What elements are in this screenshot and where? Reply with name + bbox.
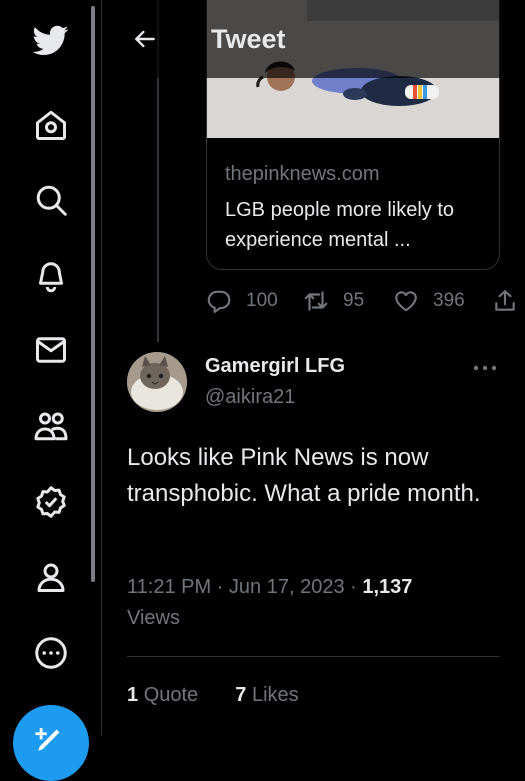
views-count: 1,137 — [362, 576, 413, 598]
quote-count: 1 — [127, 684, 139, 706]
tweet-meta: 11:21 PM · Jun 17, 2023 · 1,137 Views — [127, 572, 507, 634]
tweet-time[interactable]: 11:21 PM — [127, 576, 211, 598]
page-title: Tweet — [211, 24, 286, 54]
reply-count: 100 — [246, 290, 278, 311]
verified-icon[interactable] — [29, 480, 73, 524]
author-handle[interactable]: @aikira21 — [205, 386, 295, 409]
retweet-count: 95 — [343, 290, 365, 311]
main-column: thepinknews.com LGB people more likely t… — [102, 0, 525, 735]
likes-label: Likes — [251, 684, 299, 706]
more-options-button[interactable] — [468, 356, 502, 380]
reply-button[interactable]: 100 — [206, 288, 278, 314]
views-label: Views — [127, 607, 180, 629]
sidebar — [0, 0, 100, 781]
home-icon[interactable] — [29, 103, 73, 147]
compose-tweet-button[interactable] — [13, 705, 89, 781]
heart-icon — [395, 291, 417, 312]
arrow-left-icon — [135, 30, 155, 48]
likes-count: 7 — [235, 684, 247, 706]
share-icon — [495, 290, 515, 311]
meta-separator: · — [344, 576, 363, 598]
likes-stat[interactable]: 7 Likes — [235, 684, 298, 706]
compose-icon — [35, 728, 60, 751]
divider — [127, 656, 500, 657]
search-icon[interactable] — [29, 178, 73, 222]
more-circle-icon[interactable] — [29, 631, 73, 675]
twitter-logo-icon[interactable] — [29, 18, 73, 62]
link-domain: thepinknews.com — [225, 163, 380, 185]
page-header: Tweet — [102, 0, 525, 78]
sidebar-scrollbar[interactable] — [91, 6, 95, 582]
link-title: LGB people more likely to experience men… — [225, 199, 455, 251]
like-count: 396 — [433, 290, 465, 311]
more-horizontal-icon — [473, 365, 497, 371]
quote-label: Quote — [143, 684, 199, 706]
tweet-date[interactable]: Jun 17, 2023 — [229, 576, 345, 598]
reply-icon — [207, 290, 231, 313]
retweet-button[interactable]: 95 — [303, 288, 364, 314]
share-button[interactable] — [492, 288, 525, 314]
profile-icon[interactable] — [29, 555, 73, 599]
author-display-name[interactable]: Gamergirl LFG — [205, 355, 345, 378]
like-button[interactable]: 396 — [393, 288, 465, 314]
communities-icon[interactable] — [29, 404, 73, 448]
retweet-icon — [304, 291, 328, 311]
quote-stat[interactable]: 1 Quote — [127, 684, 198, 706]
messages-icon[interactable] — [29, 328, 73, 372]
avatar[interactable] — [127, 352, 187, 412]
tweet-text: Looks like Pink News is now transphobic.… — [127, 444, 481, 507]
engagement-stats: 1 Quote 7 Likes — [127, 684, 299, 707]
notifications-icon[interactable] — [29, 253, 73, 297]
back-button[interactable] — [128, 22, 162, 56]
meta-separator: · — [211, 576, 229, 598]
tweet-actions: 100 95 396 — [102, 288, 525, 320]
